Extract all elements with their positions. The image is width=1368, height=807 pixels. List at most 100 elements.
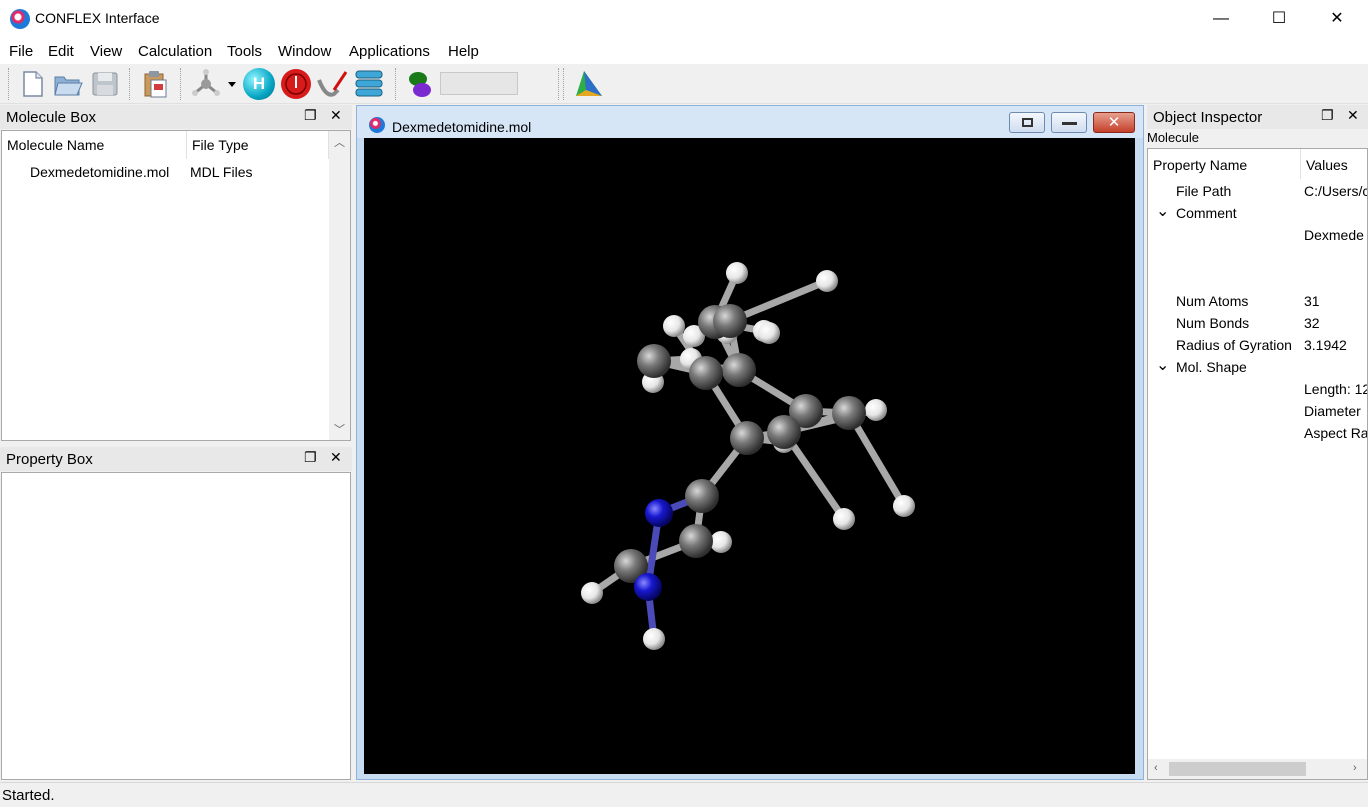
maximize-button[interactable]: ☐ [1250,0,1308,38]
inspector-property-value[interactable]: C:/Users/c [1304,183,1367,199]
atom-icon[interactable] [280,68,312,100]
menu-applications[interactable]: Applications [349,43,430,60]
carbon-atom [685,479,719,513]
menu-edit[interactable]: Edit [48,43,74,60]
carbon-atom [713,304,747,338]
carbon-atom [832,396,866,430]
scroll-up-icon[interactable]: ︿ [334,134,345,150]
conflex-logo-icon [10,9,30,29]
close-button[interactable]: ✕ [1308,0,1366,38]
scroll-left-icon[interactable]: ‹ [1154,762,1158,774]
viewer-title-bar: Dexmedetomidine.mol ✕ [357,106,1143,138]
inspector-property-name[interactable]: Radius of Gyration [1176,337,1292,353]
toolbar: H [0,64,1368,104]
menu-calculation[interactable]: Calculation [138,43,212,60]
property-box-header: Property Box ❐ ✕ [0,447,352,471]
carbon-atom [730,421,764,455]
conflex-logo-icon [369,117,385,133]
viewer-close-button[interactable]: ✕ [1093,112,1135,133]
inspector-property-value[interactable]: 3.1942 [1304,337,1347,353]
3d-viewport[interactable] [364,138,1135,774]
column-header-molecule-name[interactable]: Molecule Name [2,131,187,159]
toolbar-separator [563,68,565,100]
nitrogen-atom [634,573,662,601]
hydrogen-atom [663,315,685,337]
minimize-button[interactable]: — [1192,0,1250,38]
save-icon[interactable] [89,68,121,100]
molecule-3d-model [581,262,915,650]
molecule-box-header: Molecule Box ❐ ✕ [0,105,352,129]
toolbar-separator [8,68,10,100]
float-panel-icon[interactable]: ❐ [1321,107,1334,124]
close-panel-icon[interactable]: ✕ [330,449,342,466]
triangle-icon[interactable] [572,68,604,100]
inspector-object-label: Molecule [1147,130,1200,145]
toolbar-input[interactable] [440,72,518,95]
inspector-property-value[interactable]: Diameter [1304,403,1361,419]
expander-chevron-icon[interactable]: ⌄ [1156,201,1169,221]
menu-help[interactable]: Help [448,43,479,60]
viewer-restore-button[interactable] [1009,112,1045,133]
scrollbar-thumb[interactable] [1169,762,1306,776]
inspector-property-value[interactable]: Dexmede [1304,227,1364,243]
hydrogen-atom [643,628,665,650]
molecule-name-cell[interactable]: Dexmedetomidine.mol [30,164,169,180]
open-folder-icon[interactable] [52,68,84,100]
menu-view[interactable]: View [90,43,122,60]
orbital-icon[interactable] [404,68,436,100]
vertical-scrollbar[interactable]: ︿ ﹀ [329,131,350,440]
inspector-property-name[interactable]: Num Bonds [1176,315,1249,331]
column-header-file-type[interactable]: File Type [187,131,329,159]
carbon-atom [689,356,723,390]
expander-chevron-icon[interactable]: ⌄ [1156,355,1169,375]
scroll-down-icon[interactable]: ﹀ [334,421,345,437]
chevron-down-icon[interactable] [224,68,240,100]
toolbar-separator [129,68,131,100]
inspector-property-name[interactable]: Comment [1176,205,1237,221]
title-bar: CONFLEX Interface — ☐ ✕ [0,0,1368,38]
toolbar-separator [180,68,182,100]
clean-icon[interactable] [316,68,348,100]
layers-icon[interactable] [353,68,385,100]
object-inspector-title: Object Inspector [1153,109,1263,126]
property-box-title: Property Box [6,451,93,468]
molecule-box-title: Molecule Box [6,109,97,126]
inspector-property-grid[interactable]: Property Name Values File Path C:/Users/c… [1147,148,1368,780]
viewer-title: Dexmedetomidine.mol [392,119,532,135]
nitrogen-atom [645,499,673,527]
menu-tools[interactable]: Tools [227,43,262,60]
toolbar-separator [395,68,397,100]
status-bar: Started. [0,782,1368,807]
carbon-atom [722,353,756,387]
clipboard-icon[interactable] [139,68,171,100]
menu-window[interactable]: Window [278,43,331,60]
conflex-app: CONFLEX Interface — ☐ ✕ File Edit View C… [0,0,1368,807]
viewer-minimize-button[interactable] [1051,112,1087,133]
inspector-property-name[interactable]: Mol. Shape [1176,359,1247,375]
scroll-right-icon[interactable]: › [1353,762,1357,774]
object-inspector-header: Object Inspector ❐ ✕ [1147,105,1368,129]
inspector-property-value[interactable]: Length: 12 [1304,381,1367,397]
inspector-property-value[interactable]: 32 [1304,315,1320,331]
add-hydrogen-icon[interactable]: H [243,68,275,100]
molecule-viewer-window: Dexmedetomidine.mol ✕ [356,105,1144,780]
inspector-property-name[interactable]: File Path [1176,183,1231,199]
menu-file[interactable]: File [9,43,33,60]
file-type-cell[interactable]: MDL Files [190,164,253,180]
column-header-property-name[interactable]: Property Name [1148,149,1301,179]
inspector-property-name[interactable]: Num Atoms [1176,293,1248,309]
molecule-box-list[interactable]: Molecule Name File Type Dexmedetomidine.… [1,130,351,441]
horizontal-scrollbar[interactable]: ‹ › [1148,759,1367,779]
float-panel-icon[interactable]: ❐ [304,107,317,124]
close-panel-icon[interactable]: ✕ [330,107,342,124]
close-panel-icon[interactable]: ✕ [1347,107,1359,124]
new-file-icon[interactable] [16,68,48,100]
inspector-property-value[interactable]: Aspect Ra [1304,425,1367,441]
hydrogen-atom [816,270,838,292]
float-panel-icon[interactable]: ❐ [304,449,317,466]
molecule-builder-icon[interactable] [190,68,222,100]
inspector-property-value[interactable]: 31 [1304,293,1320,309]
column-header-values[interactable]: Values [1301,149,1367,179]
hydrogen-atom [865,399,887,421]
status-text: Started. [2,787,55,804]
